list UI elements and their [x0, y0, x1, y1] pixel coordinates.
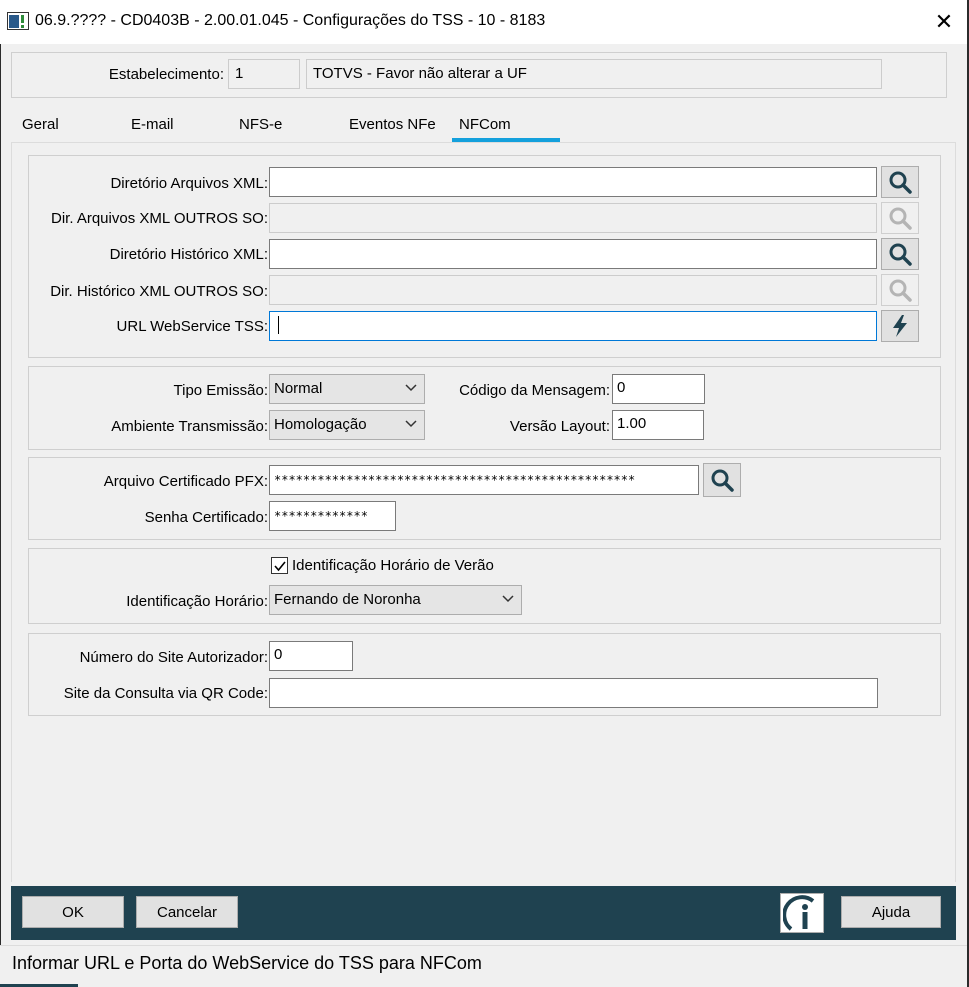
search-icon [889, 279, 912, 302]
arquivo-certificado-search-button[interactable] [703, 463, 741, 497]
numero-site-label: Número do Site Autorizador: [79, 649, 268, 666]
identificacao-horario-value: Fernando de Noronha [274, 591, 421, 608]
tab-email[interactable]: E-mail [131, 116, 174, 133]
window-title: 06.9.???? - CD0403B - 2.00.01.045 - Conf… [35, 12, 546, 29]
emission-frame [28, 366, 941, 450]
search-icon [711, 469, 734, 492]
identificacao-horario-select[interactable]: Fernando de Noronha [269, 585, 522, 615]
estabelecimento-name-field: TOTVS - Favor não alterar a UF [306, 59, 882, 89]
checkmark-icon [273, 560, 286, 571]
codigo-mensagem-label: Código da Mensagem: [459, 382, 610, 399]
ambiente-transmissao-select[interactable]: Homologação [269, 410, 425, 440]
help-button[interactable]: Ajuda [841, 896, 941, 928]
search-icon [889, 207, 912, 230]
codigo-mensagem-input[interactable]: 0 [612, 374, 705, 404]
arquivo-certificado-label: Arquivo Certificado PFX: [103, 473, 268, 490]
arquivo-certificado-input[interactable]: ****************************************… [269, 465, 699, 495]
dst-checkbox[interactable] [271, 557, 288, 574]
versao-layout-label: Versão Layout: [509, 418, 610, 435]
chevron-down-icon [405, 420, 417, 428]
senha-certificado-label: Senha Certificado: [144, 509, 268, 526]
qr-code-site-label: Site da Consulta via QR Code: [63, 685, 268, 702]
identificacao-horario-label: Identificação Horário: [126, 593, 268, 610]
lightning-icon [893, 315, 907, 337]
tipo-emissao-select[interactable]: Normal [269, 374, 425, 404]
search-icon [889, 243, 912, 266]
tipo-emissao-value: Normal [274, 380, 323, 397]
dir-hist-search-button[interactable] [881, 238, 919, 270]
dir-hist-outros-input [269, 275, 877, 305]
window-border-left [0, 44, 1, 987]
dir-hist-outros-search-button [881, 274, 919, 306]
tipo-emissao-label: Tipo Emissão: [173, 382, 268, 399]
versao-layout-input[interactable]: 1.00 [612, 410, 704, 440]
dir-xml-outros-search-button [881, 202, 919, 234]
tab-geral[interactable]: Geral [22, 116, 59, 133]
dir-xml-outros-label: Dir. Arquivos XML OUTROS SO: [51, 210, 268, 227]
senha-certificado-input[interactable]: ************* [269, 501, 396, 531]
close-icon[interactable]: ✕ [927, 6, 961, 38]
info-icon [783, 895, 815, 931]
url-webservice-input[interactable] [269, 311, 877, 341]
dir-xml-label: Diretório Arquivos XML: [110, 175, 268, 192]
dir-xml-outros-input [269, 203, 877, 233]
cancel-button[interactable]: Cancelar [136, 896, 238, 928]
dst-label[interactable]: Identificação Horário de Verão [292, 557, 494, 574]
estabelecimento-code-field: 1 [228, 59, 300, 89]
tab-eventos-nfe[interactable]: Eventos NFe [349, 116, 436, 133]
url-test-button[interactable] [881, 310, 919, 342]
dir-hist-input[interactable] [269, 239, 877, 269]
status-text: Informar URL e Porta do WebService do TS… [12, 953, 482, 973]
qr-code-site-input[interactable] [269, 678, 878, 708]
dir-hist-label: Diretório Histórico XML: [109, 246, 268, 263]
info-button[interactable] [780, 893, 824, 933]
ok-button[interactable]: OK [22, 896, 124, 928]
chevron-down-icon [502, 595, 514, 603]
ambiente-transmissao-value: Homologação [274, 416, 367, 433]
search-icon [889, 171, 912, 194]
app-window-icon [7, 12, 29, 30]
chevron-down-icon [405, 384, 417, 392]
dir-xml-search-button[interactable] [881, 166, 919, 198]
url-webservice-label: URL WebService TSS: [116, 318, 268, 335]
estabelecimento-label: Estabelecimento: [108, 66, 224, 83]
tab-nfse[interactable]: NFS-e [239, 116, 282, 133]
dir-hist-outros-label: Dir. Histórico XML OUTROS SO: [50, 283, 268, 300]
tab-nfcom[interactable]: NFCom [459, 116, 511, 133]
numero-site-input[interactable]: 0 [269, 641, 353, 671]
text-cursor [278, 316, 279, 335]
dir-xml-input[interactable] [269, 167, 877, 197]
ambiente-transmissao-label: Ambiente Transmissão: [111, 418, 268, 435]
